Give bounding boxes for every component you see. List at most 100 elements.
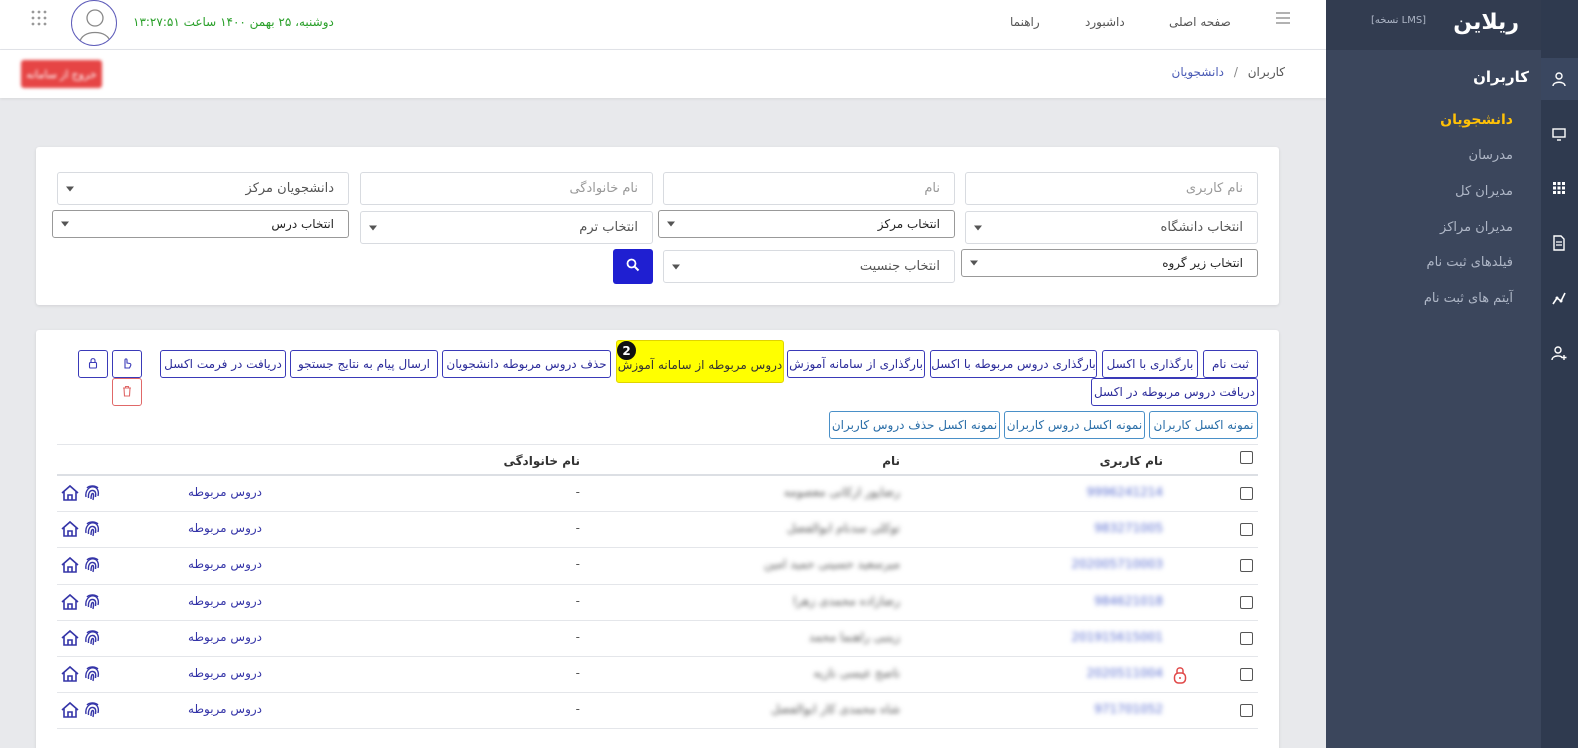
chart-icon[interactable] bbox=[1549, 288, 1569, 308]
family-cell: - bbox=[575, 521, 580, 536]
sidebar-item-registration-fields[interactable]: فیلدهای ثبت نام bbox=[1427, 255, 1513, 270]
column-header-family[interactable]: نام خانوادگی bbox=[503, 454, 580, 468]
monitor-icon[interactable] bbox=[1549, 124, 1569, 144]
column-header-username[interactable]: نام کاربری bbox=[1100, 454, 1163, 468]
courses-from-education-system-button[interactable]: دروس مربوطه از سامانه آموزش bbox=[616, 340, 784, 383]
fingerprint-icon[interactable] bbox=[82, 555, 102, 579]
lock-icon bbox=[87, 357, 99, 372]
related-courses-link[interactable]: دروس مربوطه bbox=[188, 630, 262, 644]
home-icon[interactable] bbox=[60, 592, 80, 616]
related-courses-link[interactable]: دروس مربوطه bbox=[188, 702, 262, 716]
home-icon[interactable] bbox=[60, 664, 80, 688]
sidebar-item-teachers[interactable]: مدرسان bbox=[1469, 148, 1513, 163]
sidebar-item-registration-items[interactable]: آیتم های ثبت نام bbox=[1424, 291, 1513, 306]
pointer-action-button[interactable] bbox=[112, 350, 142, 378]
search-icon bbox=[626, 258, 640, 275]
delete-student-courses-button[interactable]: حذف دروس مربوطه دانشجویان bbox=[442, 350, 611, 378]
row-checkbox[interactable] bbox=[1240, 595, 1253, 609]
center-students-select[interactable]: دانشجویان مرکز bbox=[57, 172, 349, 205]
family-input[interactable]: نام خانوادگی bbox=[360, 172, 653, 205]
row-checkbox[interactable] bbox=[1240, 487, 1253, 500]
download-courses-excel-button[interactable]: دریافت دروس مربوطه در اکسل bbox=[1091, 378, 1258, 406]
app-logo[interactable]: ریلاین bbox=[1453, 10, 1519, 35]
search-button[interactable] bbox=[613, 249, 653, 284]
row-checkbox[interactable] bbox=[1240, 668, 1253, 681]
related-courses-link[interactable]: دروس مربوطه bbox=[188, 594, 262, 608]
hamburger-menu-icon[interactable] bbox=[1276, 10, 1290, 29]
nav-help-link[interactable]: راهنما bbox=[1010, 15, 1040, 29]
lock-action-button[interactable] bbox=[78, 350, 108, 378]
name-cell: رضاپور ارکانی معصومه bbox=[783, 485, 900, 499]
delete-action-button[interactable] bbox=[112, 378, 142, 406]
users-icon[interactable] bbox=[1549, 69, 1569, 89]
chevron-down-icon bbox=[667, 221, 675, 227]
select-all-checkbox[interactable] bbox=[1240, 451, 1253, 464]
username-cell[interactable]: 202005710003 bbox=[1071, 557, 1163, 571]
step-number-badge: 2 bbox=[616, 340, 637, 361]
load-from-education-system-button[interactable]: بارگذاری از سامانه آموزش bbox=[787, 350, 925, 378]
sample-user-courses-excel-button[interactable]: نمونه اکسل دروس کاربران bbox=[1004, 411, 1145, 439]
related-courses-link[interactable]: دروس مربوطه bbox=[188, 557, 262, 571]
related-courses-link[interactable]: دروس مربوطه bbox=[188, 666, 262, 680]
user-add-icon[interactable] bbox=[1549, 343, 1569, 363]
upload-courses-excel-button[interactable]: بارگذاری دروس مربوطه با اکسل bbox=[930, 350, 1097, 378]
sidebar-item-center-managers[interactable]: مدیران مراکز bbox=[1440, 220, 1513, 235]
family-cell: - bbox=[575, 702, 580, 717]
sample-delete-courses-excel-button[interactable]: نمونه اکسل حذف دروس کاربران bbox=[829, 411, 1000, 439]
logout-button[interactable]: خروج از سامانه bbox=[21, 60, 102, 88]
nav-home-link[interactable]: صفحه اصلی bbox=[1169, 15, 1231, 29]
username-cell[interactable]: 971701052 bbox=[1094, 702, 1163, 716]
term-label: انتخاب ترم bbox=[579, 220, 638, 235]
sidebar-item-students[interactable]: دانشجویان bbox=[1440, 112, 1513, 128]
chevron-down-icon bbox=[672, 264, 680, 269]
row-checkbox[interactable] bbox=[1240, 559, 1253, 573]
username-cell[interactable]: 984621018 bbox=[1094, 594, 1163, 608]
sample-users-excel-button[interactable]: نمونه اکسل کاربران bbox=[1149, 411, 1258, 439]
row-checkbox[interactable] bbox=[1240, 523, 1253, 537]
related-courses-link[interactable]: دروس مربوطه bbox=[188, 521, 262, 535]
center-select[interactable]: انتخاب مرکز bbox=[658, 210, 955, 238]
username-cell[interactable]: 2020511004 bbox=[1087, 666, 1163, 680]
row-divider bbox=[57, 619, 1258, 621]
row-divider bbox=[57, 692, 1258, 694]
breadcrumb-users[interactable]: کاربران bbox=[1248, 65, 1285, 79]
document-icon[interactable] bbox=[1549, 233, 1569, 253]
apps-grid-icon[interactable] bbox=[30, 9, 48, 31]
send-message-button[interactable]: ارسال پیام به نتایج جستجو bbox=[290, 350, 438, 378]
username-input[interactable]: نام کاربری bbox=[965, 172, 1258, 205]
username-cell[interactable]: 983271005 bbox=[1094, 521, 1163, 535]
term-select[interactable]: انتخاب ترم bbox=[360, 211, 653, 244]
row-actions bbox=[60, 628, 102, 652]
download-excel-button[interactable]: دریافت در فرمت اکسل bbox=[160, 350, 286, 378]
username-cell[interactable]: 9996241214 bbox=[1087, 485, 1163, 499]
username-cell[interactable]: 201915615001 bbox=[1071, 630, 1163, 644]
home-icon[interactable] bbox=[60, 555, 80, 579]
name-input[interactable]: نام bbox=[663, 172, 955, 205]
fingerprint-icon[interactable] bbox=[82, 664, 102, 688]
user-avatar[interactable] bbox=[71, 0, 117, 46]
subgroup-select[interactable]: انتخاب زیر گروه bbox=[961, 249, 1258, 277]
fingerprint-icon[interactable] bbox=[82, 700, 102, 724]
register-button[interactable]: ثبت نام bbox=[1203, 350, 1258, 378]
row-checkbox[interactable] bbox=[1240, 704, 1253, 718]
fingerprint-icon[interactable] bbox=[82, 519, 102, 543]
family-cell: - bbox=[575, 629, 580, 644]
related-courses-link[interactable]: دروس مربوطه bbox=[188, 485, 262, 499]
column-header-name[interactable]: نام bbox=[882, 454, 900, 468]
sidebar-item-general-managers[interactable]: مدیران کل bbox=[1455, 184, 1513, 199]
gender-select[interactable]: انتخاب جنسیت bbox=[663, 250, 955, 283]
course-select[interactable]: انتخاب درس bbox=[52, 210, 349, 238]
upload-excel-button[interactable]: بارگذاری با اکسل bbox=[1102, 350, 1198, 378]
name-cell: توکلی سدنام ابوالفضل bbox=[786, 521, 900, 536]
nav-dashboard-link[interactable]: داشبورد bbox=[1085, 15, 1125, 29]
home-icon[interactable] bbox=[60, 628, 80, 652]
fingerprint-icon[interactable] bbox=[82, 628, 102, 652]
row-checkbox[interactable] bbox=[1240, 631, 1253, 645]
home-icon[interactable] bbox=[60, 519, 80, 543]
home-icon[interactable] bbox=[60, 700, 80, 724]
fingerprint-icon[interactable] bbox=[82, 592, 102, 616]
grid-icon[interactable] bbox=[1549, 178, 1569, 198]
home-icon[interactable] bbox=[60, 483, 80, 507]
fingerprint-icon[interactable] bbox=[82, 483, 102, 507]
university-select[interactable]: انتخاب دانشگاه bbox=[965, 211, 1258, 244]
